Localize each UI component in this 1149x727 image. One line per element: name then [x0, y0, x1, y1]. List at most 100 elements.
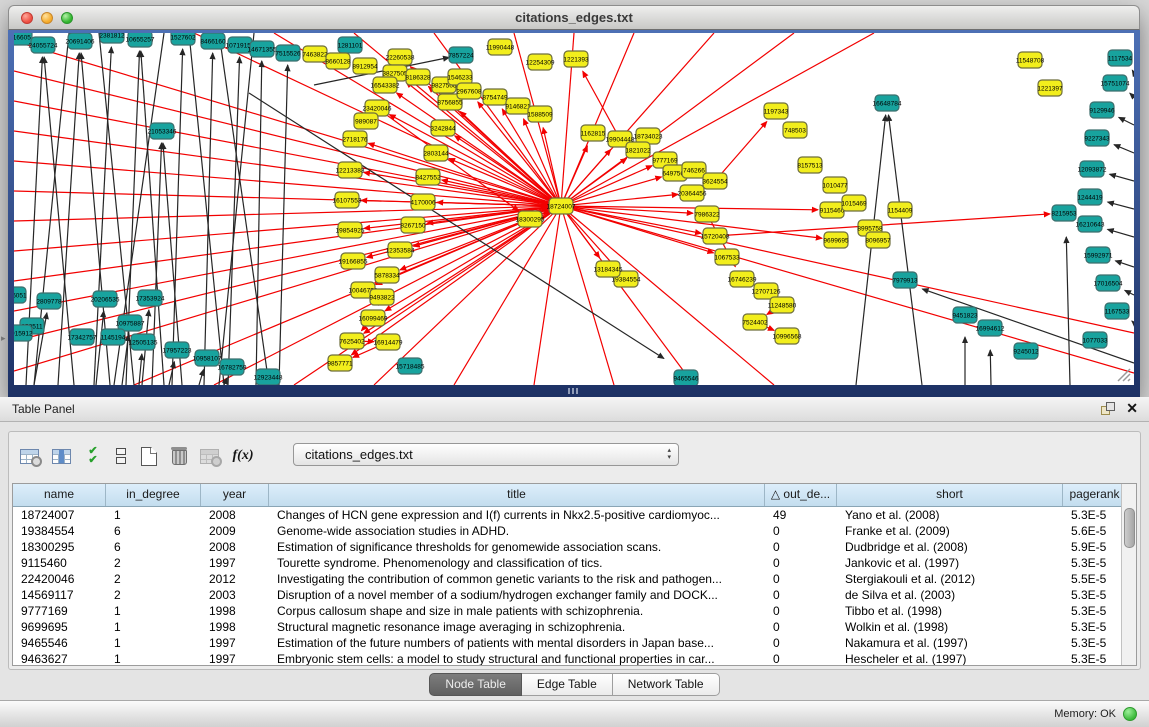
table-cell[interactable]: 1997	[201, 635, 269, 651]
table-cell[interactable]: Embryonic stem cells: a model to study s…	[269, 651, 765, 666]
table-cell[interactable]: 5.3E-5	[1063, 619, 1127, 635]
table-cell[interactable]: 2008	[201, 507, 269, 523]
split-pane-grip[interactable]	[568, 388, 580, 394]
table-cell[interactable]: Estimation of significance thresholds fo…	[269, 539, 765, 555]
select-all-rows-button[interactable]: ✔✔	[79, 443, 107, 469]
table-cell[interactable]: 49	[765, 507, 837, 523]
import-table-button[interactable]	[195, 443, 223, 469]
table-cell[interactable]: 2003	[201, 587, 269, 603]
table-cell[interactable]: 0	[765, 571, 837, 587]
table-cell[interactable]: Investigating the contribution of common…	[269, 571, 765, 587]
table-cell[interactable]: 1	[106, 603, 201, 619]
rows-button[interactable]	[107, 443, 135, 469]
table-row[interactable]: 1938455462009Genome-wide association stu…	[13, 523, 1136, 539]
table-cell[interactable]: 0	[765, 523, 837, 539]
table-row[interactable]: 969969511998Structural magnetic resonanc…	[13, 619, 1136, 635]
table-cell[interactable]: 14569117	[13, 587, 106, 603]
table-row[interactable]: 946362711997Embryonic stem cells: a mode…	[13, 651, 1136, 666]
tab-node-table[interactable]: Node Table	[429, 673, 522, 696]
table-cell[interactable]: 18300295	[13, 539, 106, 555]
scrollbar-thumb[interactable]	[1124, 508, 1135, 548]
canvas-resize-grip-icon[interactable]	[1118, 369, 1130, 381]
table-cell[interactable]: 1998	[201, 619, 269, 635]
table-cell[interactable]: 0	[765, 555, 837, 571]
tab-edge-table[interactable]: Edge Table	[522, 673, 613, 696]
table-cell[interactable]: 2	[106, 587, 201, 603]
table-cell[interactable]: Hescheler et al. (1997)	[837, 651, 1063, 666]
table-cell[interactable]: 9777169	[13, 603, 106, 619]
table-cell[interactable]: 2	[106, 571, 201, 587]
table-cell[interactable]: 1	[106, 651, 201, 666]
table-cell[interactable]: 0	[765, 587, 837, 603]
table-cell[interactable]: 6	[106, 523, 201, 539]
table-cell[interactable]: 5.9E-5	[1063, 539, 1127, 555]
table-settings-button[interactable]	[15, 443, 43, 469]
column-header-year[interactable]: year	[201, 484, 269, 506]
table-cell[interactable]: 5.3E-5	[1063, 635, 1127, 651]
table-row[interactable]: 946554611997Estimation of the future num…	[13, 635, 1136, 651]
column-header-name[interactable]: name	[13, 484, 106, 506]
table-cell[interactable]: Corpus callosum shape and size in male p…	[269, 603, 765, 619]
table-cell[interactable]: 5.3E-5	[1063, 651, 1127, 666]
show-columns-button[interactable]	[47, 443, 75, 469]
table-cell[interactable]: 9115460	[13, 555, 106, 571]
table-cell[interactable]: Estimation of the future numbers of pati…	[269, 635, 765, 651]
table-row[interactable]: 977716911998Corpus callosum shape and si…	[13, 603, 1136, 619]
close-panel-icon[interactable]: ✕	[1126, 400, 1138, 417]
table-cell[interactable]: 22420046	[13, 571, 106, 587]
table-selector-dropdown[interactable]: citations_edges.txt ▴▾	[293, 443, 679, 466]
table-cell[interactable]: 0	[765, 603, 837, 619]
delete-column-button[interactable]	[165, 443, 193, 469]
table-cell[interactable]: Dudbridge et al. (2008)	[837, 539, 1063, 555]
table-cell[interactable]: 5.3E-5	[1063, 587, 1127, 603]
table-cell[interactable]: Stergiakouli et al. (2012)	[837, 571, 1063, 587]
window-titlebar[interactable]: citations_edges.txt	[8, 5, 1140, 30]
table-cell[interactable]: 0	[765, 539, 837, 555]
table-cell[interactable]: Genome-wide association studies in ADHD.	[269, 523, 765, 539]
table-cell[interactable]: 0	[765, 651, 837, 666]
column-header-pagerank[interactable]: pagerank	[1063, 484, 1127, 506]
function-builder-button[interactable]: f(x)	[229, 443, 257, 469]
table-cell[interactable]: 19384554	[13, 523, 106, 539]
table-cell[interactable]: 9699695	[13, 619, 106, 635]
new-column-button[interactable]	[135, 443, 163, 469]
table-row[interactable]: 911546021997Tourette syndrome. Phenomeno…	[13, 555, 1136, 571]
table-row[interactable]: 2242004622012Investigating the contribut…	[13, 571, 1136, 587]
table-cell[interactable]: Disruption of a novel member of a sodium…	[269, 587, 765, 603]
column-header-short[interactable]: short	[837, 484, 1063, 506]
table-cell[interactable]: Nakamura et al. (1997)	[837, 635, 1063, 651]
table-cell[interactable]: 0	[765, 635, 837, 651]
table-cell[interactable]: 1997	[201, 555, 269, 571]
column-header-out_de[interactable]: △ out_de...	[765, 484, 837, 506]
table-cell[interactable]: 1998	[201, 603, 269, 619]
table-cell[interactable]: 6	[106, 539, 201, 555]
column-header-title[interactable]: title	[269, 484, 765, 506]
table-cell[interactable]: 5.5E-5	[1063, 571, 1127, 587]
table-cell[interactable]: 1	[106, 507, 201, 523]
table-cell[interactable]: 18724007	[13, 507, 106, 523]
table-row[interactable]: 1872400712008Changes of HCN gene express…	[13, 507, 1136, 523]
table-cell[interactable]: de Silva et al. (2003)	[837, 587, 1063, 603]
table-cell[interactable]: 5.3E-5	[1063, 603, 1127, 619]
table-cell[interactable]: Jankovic et al. (1997)	[837, 555, 1063, 571]
table-cell[interactable]: 5.3E-5	[1063, 507, 1127, 523]
table-cell[interactable]: 2008	[201, 539, 269, 555]
table-cell[interactable]: 5.3E-5	[1063, 555, 1127, 571]
table-cell[interactable]: 0	[765, 619, 837, 635]
network-canvas[interactable]: 2166052405572420691406238181210655257152…	[14, 33, 1134, 385]
table-cell[interactable]: 2	[106, 555, 201, 571]
table-cell[interactable]: 1	[106, 619, 201, 635]
table-cell[interactable]: 1997	[201, 651, 269, 666]
table-cell[interactable]: 1	[106, 635, 201, 651]
table-cell[interactable]: Wolkin et al. (1998)	[837, 619, 1063, 635]
table-cell[interactable]: 2012	[201, 571, 269, 587]
table-cell[interactable]: 9463627	[13, 651, 106, 666]
table-cell[interactable]: 2009	[201, 523, 269, 539]
table-row[interactable]: 1830029562008Estimation of significance …	[13, 539, 1136, 555]
float-panel-icon[interactable]	[1101, 402, 1115, 416]
table-cell[interactable]: Structural magnetic resonance image aver…	[269, 619, 765, 635]
table-cell[interactable]: Tibbo et al. (1998)	[837, 603, 1063, 619]
table-cell[interactable]: Changes of HCN gene expression and I(f) …	[269, 507, 765, 523]
table-row[interactable]: 1456911722003Disruption of a novel membe…	[13, 587, 1136, 603]
table-cell[interactable]: Yano et al. (2008)	[837, 507, 1063, 523]
